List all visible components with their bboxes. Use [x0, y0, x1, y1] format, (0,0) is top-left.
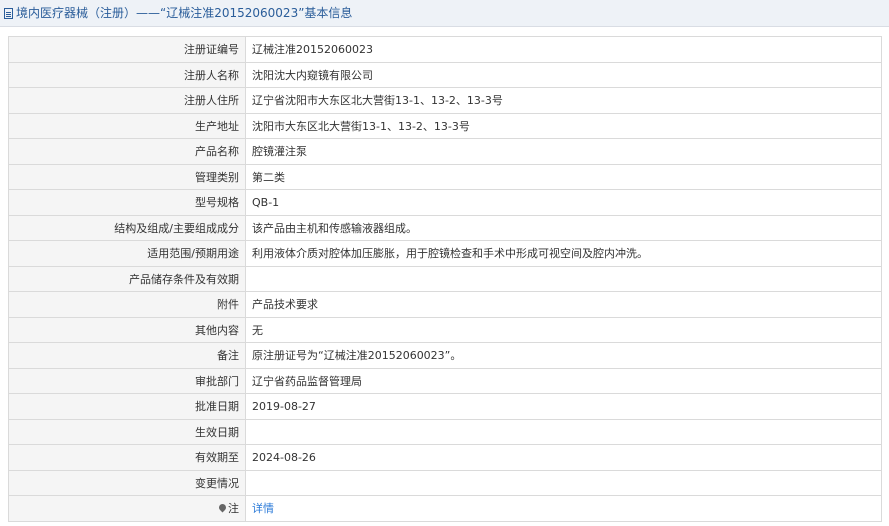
row-value: 2024-08-26 [245, 444, 882, 471]
note-label-text: 注 [228, 502, 239, 516]
row-label: 注册证编号 [8, 36, 246, 63]
row-value: 辽械注准20152060023 [245, 36, 882, 63]
row-label: 注册人住所 [8, 87, 246, 114]
row-label: 备注 [8, 342, 246, 369]
row-label: 有效期至 [8, 444, 246, 471]
row-value: 沈阳沈大内窥镜有限公司 [245, 61, 882, 88]
row-value: 辽宁省药品监督管理局 [245, 367, 882, 394]
row-label: 生效日期 [8, 418, 246, 445]
page-title: 境内医疗器械（注册）——“辽械注准20152060023”基本信息 [0, 0, 889, 27]
info-table: 注册证编号 辽械注准20152060023 注册人名称 沈阳沈大内窥镜有限公司 … [8, 36, 882, 522]
table-row: 适用范围/预期用途 利用液体介质对腔体加压膨胀，用于腔镜检查和手术中形成可视空间… [8, 240, 882, 267]
table-row: 变更情况 [8, 469, 882, 496]
table-row: 生效日期 [8, 418, 882, 445]
row-value [245, 265, 882, 292]
row-label: 结构及组成/主要组成成分 [8, 214, 246, 241]
row-value: 产品技术要求 [245, 291, 882, 318]
row-label: 型号规格 [8, 189, 246, 216]
table-row: 结构及组成/主要组成成分 该产品由主机和传感输液器组成。 [8, 214, 882, 241]
row-label: 其他内容 [8, 316, 246, 343]
table-row: 注册证编号 辽械注准20152060023 [8, 36, 882, 63]
table-row: 批准日期 2019-08-27 [8, 393, 882, 420]
table-row: 产品储存条件及有效期 [8, 265, 882, 292]
row-label: 审批部门 [8, 367, 246, 394]
detail-link[interactable]: 详情 [252, 502, 274, 515]
table-row: 产品名称 腔镜灌注泵 [8, 138, 882, 165]
table-row: 审批部门 辽宁省药品监督管理局 [8, 367, 882, 394]
table-row: 注册人名称 沈阳沈大内窥镜有限公司 [8, 61, 882, 88]
row-label: 变更情况 [8, 469, 246, 496]
table-row: 型号规格 QB-1 [8, 189, 882, 216]
row-value: 第二类 [245, 163, 882, 190]
note-value: 详情 [245, 495, 882, 522]
table-row: 有效期至 2024-08-26 [8, 444, 882, 471]
row-value: 腔镜灌注泵 [245, 138, 882, 165]
row-label: 产品名称 [8, 138, 246, 165]
row-value: QB-1 [245, 189, 882, 216]
note-label: 注 [8, 495, 246, 522]
table-row: 备注 原注册证号为“辽械注准20152060023”。 [8, 342, 882, 369]
document-icon [4, 8, 13, 19]
table-row: 生产地址 沈阳市大东区北大营街13-1、13-2、13-3号 [8, 112, 882, 139]
row-label: 适用范围/预期用途 [8, 240, 246, 267]
page-title-text: 境内医疗器械（注册）——“辽械注准20152060023”基本信息 [16, 6, 353, 20]
table-row: 注册人住所 辽宁省沈阳市大东区北大营街13-1、13-2、13-3号 [8, 87, 882, 114]
row-value: 2019-08-27 [245, 393, 882, 420]
row-label: 批准日期 [8, 393, 246, 420]
table-row: 其他内容 无 [8, 316, 882, 343]
pin-icon [217, 502, 228, 513]
row-value: 无 [245, 316, 882, 343]
row-value: 沈阳市大东区北大营街13-1、13-2、13-3号 [245, 112, 882, 139]
row-value [245, 469, 882, 496]
row-value: 原注册证号为“辽械注准20152060023”。 [245, 342, 882, 369]
row-value: 辽宁省沈阳市大东区北大营街13-1、13-2、13-3号 [245, 87, 882, 114]
row-label: 产品储存条件及有效期 [8, 265, 246, 292]
row-label: 管理类别 [8, 163, 246, 190]
table-row: 附件 产品技术要求 [8, 291, 882, 318]
row-label: 附件 [8, 291, 246, 318]
table-row-note: 注 详情 [8, 495, 882, 522]
row-value [245, 418, 882, 445]
row-value: 该产品由主机和传感输液器组成。 [245, 214, 882, 241]
row-value: 利用液体介质对腔体加压膨胀，用于腔镜检查和手术中形成可视空间及腔内冲洗。 [245, 240, 882, 267]
row-label: 注册人名称 [8, 61, 246, 88]
table-row: 管理类别 第二类 [8, 163, 882, 190]
row-label: 生产地址 [8, 112, 246, 139]
